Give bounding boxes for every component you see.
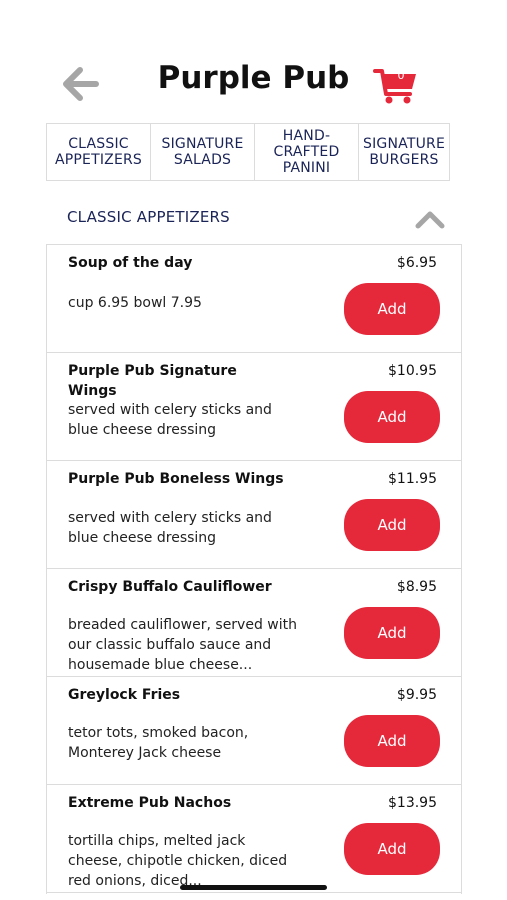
item-description: cup 6.95 bowl 7.95 — [68, 295, 202, 311]
item-name: Greylock Fries — [68, 687, 181, 703]
menu-item: Crispy Buffalo Cauliflower $8.95 breaded… — [47, 569, 461, 677]
item-name: Purple Pub Boneless Wings — [68, 471, 284, 487]
menu-item: Soup of the day $6.95 cup 6.95 bowl 7.95… — [47, 245, 461, 353]
item-price: $10.95 — [388, 363, 437, 379]
page-title: Purple Pub — [157, 60, 350, 96]
add-button[interactable]: Add — [344, 607, 440, 659]
tab-signature-salads[interactable]: SIGNATURE SALADS — [151, 124, 255, 180]
menu-item: Greylock Fries $9.95 tetor tots, smoked … — [47, 677, 461, 785]
cart-count-badge: 0 — [397, 69, 405, 82]
home-indicator — [180, 885, 327, 890]
item-description: breaded cauliflower, served with our cla… — [68, 617, 297, 673]
menu-item: Extreme Pub Nachos $13.95 tortilla chips… — [47, 785, 461, 893]
item-description: served with celery sticks and blue chees… — [68, 510, 272, 546]
item-name: Purple Pub Signature Wings — [68, 363, 237, 399]
item-name: Crispy Buffalo Cauliflower — [68, 579, 272, 595]
section-title: CLASSIC APPETIZERS — [67, 208, 230, 226]
item-name: Extreme Pub Nachos — [68, 795, 232, 811]
item-price: $6.95 — [396, 255, 437, 271]
menu-item: Purple Pub Boneless Wings $11.95 served … — [47, 461, 461, 569]
item-description: served with celery sticks and blue chees… — [68, 402, 272, 438]
item-price: $11.95 — [388, 471, 437, 487]
item-price: $9.95 — [396, 687, 437, 703]
add-button[interactable]: Add — [344, 499, 440, 551]
tab-classic-appetizers[interactable]: CLASSIC APPETIZERS — [47, 124, 151, 180]
item-name: Soup of the day — [68, 255, 193, 271]
item-description: tetor tots, smoked bacon, Monterey Jack … — [68, 725, 249, 761]
add-button[interactable]: Add — [344, 823, 440, 875]
section-header[interactable]: CLASSIC APPETIZERS — [67, 206, 447, 232]
item-description: tortilla chips, melted jack cheese, chip… — [68, 833, 288, 889]
header: Purple Pub 0 — [0, 50, 507, 120]
item-price: $8.95 — [396, 579, 437, 595]
add-button[interactable]: Add — [344, 715, 440, 767]
menu-item: Purple Pub Signature Wings $10.95 served… — [47, 353, 461, 461]
add-button[interactable]: Add — [344, 283, 440, 335]
tab-hand-crafted-panini[interactable]: HAND- CRAFTED PANINI — [255, 124, 359, 180]
item-price: $13.95 — [388, 795, 437, 811]
collapse-button[interactable] — [415, 208, 445, 230]
tab-signature-burgers[interactable]: SIGNATURE BURGERS — [359, 124, 449, 180]
cart-button[interactable]: 0 — [372, 66, 420, 106]
chevron-up-icon — [415, 211, 445, 229]
add-button[interactable]: Add — [344, 391, 440, 443]
menu-list: Soup of the day $6.95 cup 6.95 bowl 7.95… — [46, 244, 462, 894]
category-tabs: CLASSIC APPETIZERS SIGNATURE SALADS HAND… — [46, 123, 450, 181]
